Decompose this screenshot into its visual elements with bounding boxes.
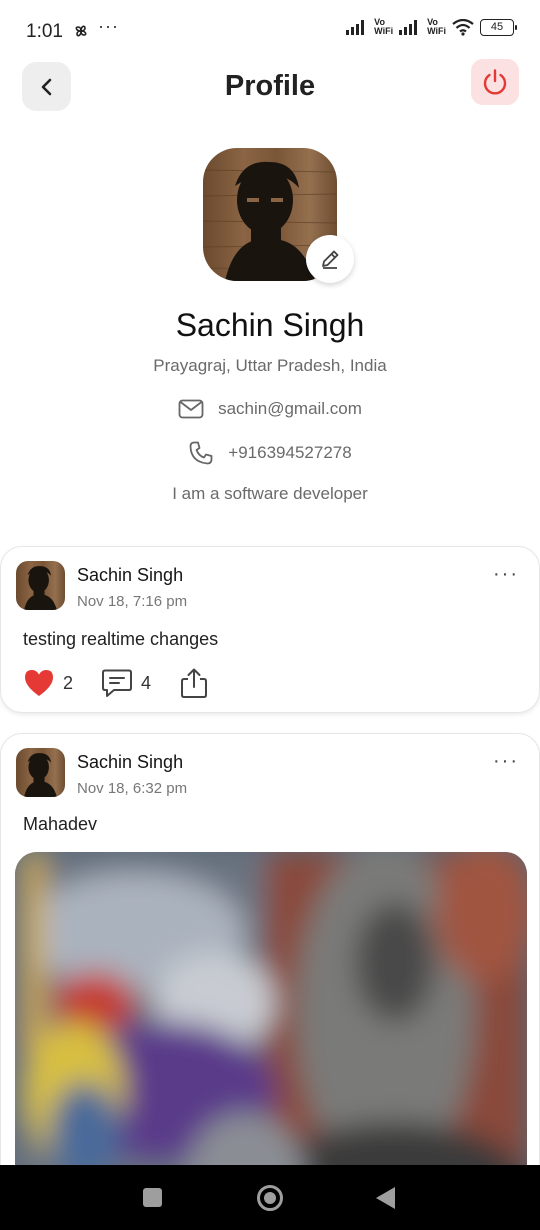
phone-row[interactable]: +916394527278 bbox=[0, 440, 540, 466]
share-icon bbox=[181, 668, 208, 698]
signal-icon-2 bbox=[399, 20, 418, 35]
status-time: 1:01 bbox=[26, 21, 63, 42]
profile-avatar-container bbox=[203, 148, 354, 283]
post-author-name[interactable]: Sachin Singh bbox=[77, 752, 183, 773]
comment-button[interactable]: 4 bbox=[101, 668, 151, 698]
profile-name: Sachin Singh bbox=[175, 307, 365, 343]
system-back-button[interactable] bbox=[376, 1187, 395, 1209]
like-button[interactable]: 2 bbox=[23, 668, 73, 698]
power-icon bbox=[483, 69, 507, 95]
pencil-icon bbox=[322, 250, 339, 269]
comment-icon bbox=[102, 669, 133, 697]
email-row[interactable]: sachin@gmail.com bbox=[0, 399, 540, 419]
post-text: Mahadev bbox=[23, 814, 98, 834]
vowifi-badge-2: Vo WiFi bbox=[427, 17, 446, 36]
post-card: Sachin Singh Nov 18, 6:32 pm ··· Mahadev bbox=[0, 733, 540, 1230]
logout-button[interactable] bbox=[471, 59, 519, 105]
profile-bio: I am a software developer bbox=[172, 484, 368, 503]
like-count: 2 bbox=[63, 672, 74, 693]
edit-avatar-button[interactable] bbox=[306, 235, 354, 283]
status-bar: 1:01 ··· Vo WiFi Vo WiFi 45 bbox=[0, 0, 540, 60]
post-author-avatar[interactable] bbox=[16, 561, 65, 610]
page-title: Profile bbox=[224, 70, 316, 102]
post-timestamp: Nov 18, 7:16 pm bbox=[77, 593, 188, 610]
home-button[interactable] bbox=[257, 1185, 283, 1211]
post-text: testing realtime changes bbox=[23, 629, 219, 649]
post-card: Sachin Singh Nov 18, 7:16 pm ··· testing… bbox=[0, 546, 540, 713]
post-more-button[interactable]: ··· bbox=[493, 750, 519, 773]
post-actions: 2 4 bbox=[23, 667, 237, 699]
share-button[interactable] bbox=[179, 667, 209, 699]
phone-icon bbox=[189, 441, 213, 465]
status-more-dots: ··· bbox=[98, 16, 119, 36]
battery-indicator: 45 bbox=[480, 18, 517, 36]
recents-button[interactable] bbox=[143, 1188, 162, 1207]
post-author-avatar[interactable] bbox=[16, 748, 65, 797]
pinwheel-icon bbox=[75, 25, 87, 37]
post-author-name[interactable]: Sachin Singh bbox=[77, 565, 183, 586]
post-timestamp: Nov 18, 6:32 pm bbox=[77, 780, 188, 797]
profile-phone: +916394527278 bbox=[228, 443, 352, 462]
comment-count: 4 bbox=[141, 672, 152, 693]
wifi-icon bbox=[452, 18, 474, 36]
status-indicators: Vo WiFi Vo WiFi 45 bbox=[346, 17, 517, 36]
mail-icon bbox=[178, 399, 204, 419]
profile-email: sachin@gmail.com bbox=[218, 399, 362, 418]
profile-location: Prayagraj, Uttar Pradesh, India bbox=[153, 356, 387, 375]
heart-filled-icon bbox=[25, 670, 53, 696]
signal-icon bbox=[346, 20, 365, 35]
post-more-button[interactable]: ··· bbox=[493, 563, 519, 586]
vowifi-badge: Vo WiFi bbox=[374, 17, 394, 36]
system-nav-bar bbox=[0, 1165, 540, 1230]
